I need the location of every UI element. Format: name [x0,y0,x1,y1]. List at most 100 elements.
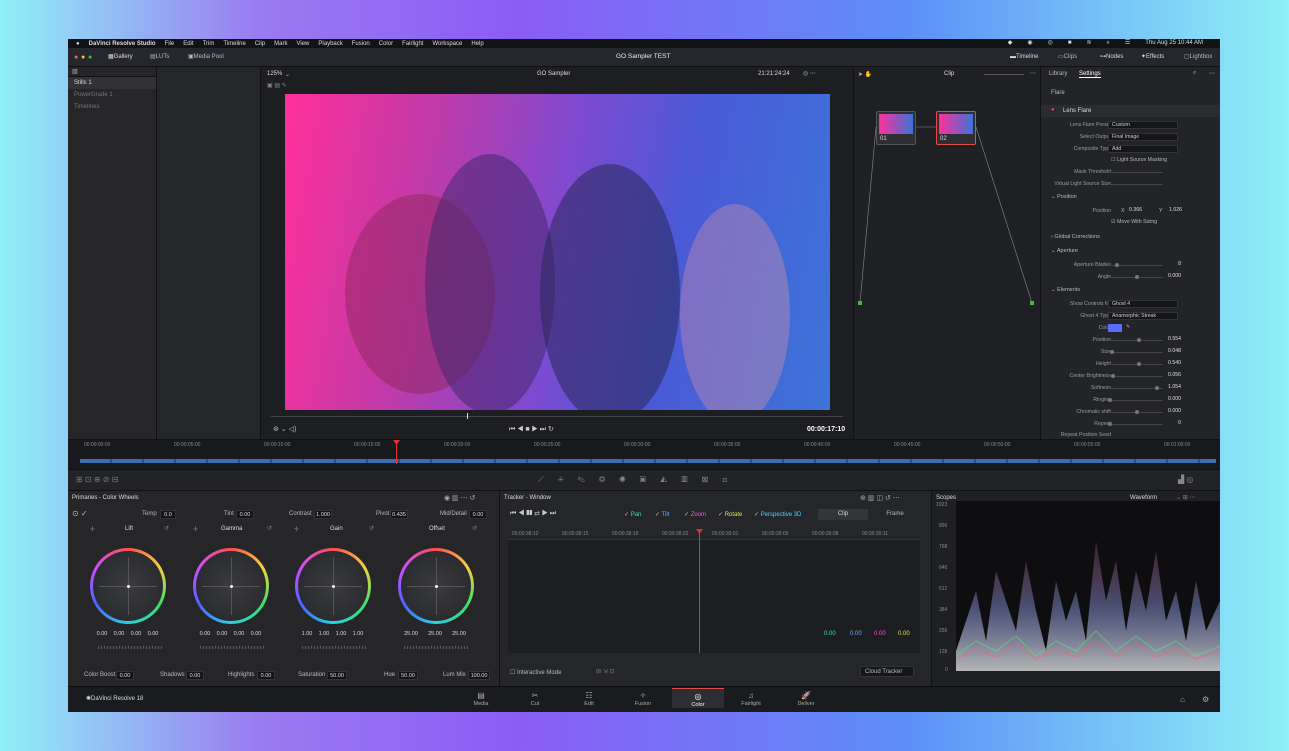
page-fusion[interactable]: ✧ Fusion [623,691,663,707]
gallery-view-icon[interactable]: ▥ [72,69,78,75]
chevron-down-icon[interactable]: ⌄ [285,71,290,78]
gallery-item-powergrade[interactable]: PowerGrade 1 [68,89,156,101]
ringing-slider[interactable] [1108,400,1163,401]
gamma-reset-icon[interactable]: ↺ [267,525,272,532]
chromatic-shift-knob[interactable] [1135,410,1139,414]
menu-timeline[interactable]: Timeline [223,41,245,47]
gallery-button[interactable]: ▦ Gallery [108,54,133,60]
gain-g[interactable]: 1.00 [334,631,348,638]
gamma-wheel-puck[interactable] [229,584,233,588]
close-window-icon[interactable]: ● [74,54,78,61]
gain-master-wheel[interactable] [302,646,366,649]
offset-wheel[interactable] [398,548,474,624]
chromatic-shift-value[interactable]: 0.000 [1163,408,1181,414]
lift-wheel[interactable] [90,548,166,624]
elements-section[interactable]: ⌄ Elements [1051,287,1080,293]
nodes-button[interactable]: ⊶ Nodes [1100,54,1123,60]
angle-knob[interactable] [1135,275,1139,279]
settings-search-field[interactable]: Flare [1051,90,1065,96]
gain-wheel[interactable] [295,548,371,624]
middetail-field[interactable]: 0.00 [469,510,487,519]
contrast-field[interactable]: 1.000 [314,510,332,519]
palette-icons[interactable]: ⟋✳✎◎◉▣◭▥⊠⊡ [538,475,741,485]
viewer-tool-icons[interactable]: ▣ ▤ ✎ [267,82,287,89]
page-fairlight[interactable]: ♫ Fairlight [731,691,771,707]
tracker-tool-icons[interactable]: ⊞ ⇲ ⊡ [596,668,614,675]
tab-library[interactable]: Library [1049,71,1067,77]
gain-wheel-puck[interactable] [331,584,335,588]
offset-b[interactable]: 25.00 [450,631,468,638]
tracker-playhead[interactable] [699,529,700,653]
minimize-window-icon[interactable]: ● [81,54,85,61]
aperture-blades-value[interactable]: 8 [1163,261,1181,267]
page-deliver[interactable]: 🚀 Deliver [786,691,826,707]
transport-controls[interactable]: ⏮ ◀ ■ ▶ ⏭ ↻ [509,425,554,434]
element-size-slider[interactable] [1108,352,1163,353]
search-icon[interactable]: ⌕ [1107,40,1110,46]
show-controls-select[interactable]: Ghost 4 [1108,300,1178,308]
element-size-value[interactable]: 0.048 [1163,348,1181,354]
tracker-playhead-marker[interactable] [696,529,703,534]
track-zoom-check[interactable]: ✓ Zoom [684,511,706,518]
ghost-type-select[interactable]: Anamorphic Streak [1108,312,1178,320]
angle-value[interactable]: 0.000 [1163,273,1181,279]
gamma-r[interactable]: 0.00 [215,631,229,638]
composite-select[interactable]: Add [1108,145,1178,153]
menu-playback[interactable]: Playback [318,41,342,47]
element-position-knob[interactable] [1137,338,1141,342]
menu-mark[interactable]: Mark [274,41,287,47]
tracker-frame-button[interactable]: Frame [870,509,920,520]
menu-color[interactable]: Color [379,41,393,47]
tab-settings[interactable]: Settings [1079,71,1101,78]
gamma-b[interactable]: 0.00 [249,631,263,638]
media-pool-button[interactable]: ▣ Media Pool [188,54,224,60]
viewer-audio-icons[interactable]: ⊛ ⌄ ◁) [273,425,296,433]
effects-button[interactable]: ✦ Effects [1141,54,1164,60]
lift-r[interactable]: 0.00 [112,631,126,638]
tracker-clip-button[interactable]: Clip [818,509,868,520]
viewer-clip-name[interactable]: GO Sampler [537,71,570,77]
playhead-marker[interactable] [393,440,400,445]
control-center-icon[interactable]: ☰ [1125,40,1130,46]
gain-y[interactable]: 1.00 [300,631,314,638]
virtual-light-slider[interactable] [1108,184,1163,185]
colorboost-field[interactable]: 0.00 [116,671,134,680]
global-corrections-section[interactable]: › Global Corrections [1051,234,1100,240]
gamma-wheel[interactable] [193,548,269,624]
repeat-knob[interactable] [1108,422,1112,426]
lift-picker-icon[interactable]: ✛ [90,526,95,533]
gamma-y[interactable]: 0.00 [198,631,212,638]
gamma-master-wheel[interactable] [200,646,264,649]
repeat-slider[interactable] [1108,424,1163,425]
move-with-sizing-check[interactable]: ☑ Move With Sizing [1111,219,1157,225]
settings-search-icon[interactable]: ⌕ [1193,70,1196,77]
pivot-field[interactable]: 0.435 [390,510,408,519]
page-cut[interactable]: ✂ Cut [515,691,555,707]
left-palette-icons[interactable]: ⊞ ⊡ ⊕ ⊘ ⊟ [76,475,118,484]
gain-r[interactable]: 1.00 [317,631,331,638]
saturation-field[interactable]: 50.00 [327,671,347,680]
offset-master-wheel[interactable] [404,646,468,649]
menubar-datetime[interactable]: Thu Aug 25 10:44 AM [1145,40,1203,46]
softness-value[interactable]: 1.054 [1163,384,1181,390]
gamma-picker-icon[interactable]: ✛ [193,526,198,533]
center-brightness-knob[interactable] [1111,374,1115,378]
mask-threshold-slider[interactable] [1108,172,1163,173]
light-source-masking-check[interactable]: ☐ Light Source Masking [1111,157,1167,163]
menu-fusion[interactable]: Fusion [352,41,370,47]
timeline-button[interactable]: ▬ Timeline [1010,54,1038,60]
app-name[interactable]: DaVinci Resolve Studio [89,41,156,47]
clips-button[interactable]: ▭ Clips [1058,54,1077,60]
output-select[interactable]: Final Image [1108,133,1178,141]
offset-g[interactable]: 25.00 [426,631,444,638]
page-edit[interactable]: ☷ Edit [569,691,609,707]
menu-trim[interactable]: Trim [203,41,215,47]
apple-icon[interactable]: ● [76,41,80,47]
lift-reset-icon[interactable]: ↺ [164,525,169,532]
status-icon-4[interactable]: ■ [1068,40,1072,46]
menu-workspace[interactable]: Workspace [432,41,462,47]
track-rotate-check[interactable]: ✓ Rotate [718,511,742,518]
viewer-scrubber-handle[interactable] [467,413,468,419]
element-position-slider[interactable] [1108,340,1163,341]
page-color[interactable]: ◎ Color [672,688,724,708]
